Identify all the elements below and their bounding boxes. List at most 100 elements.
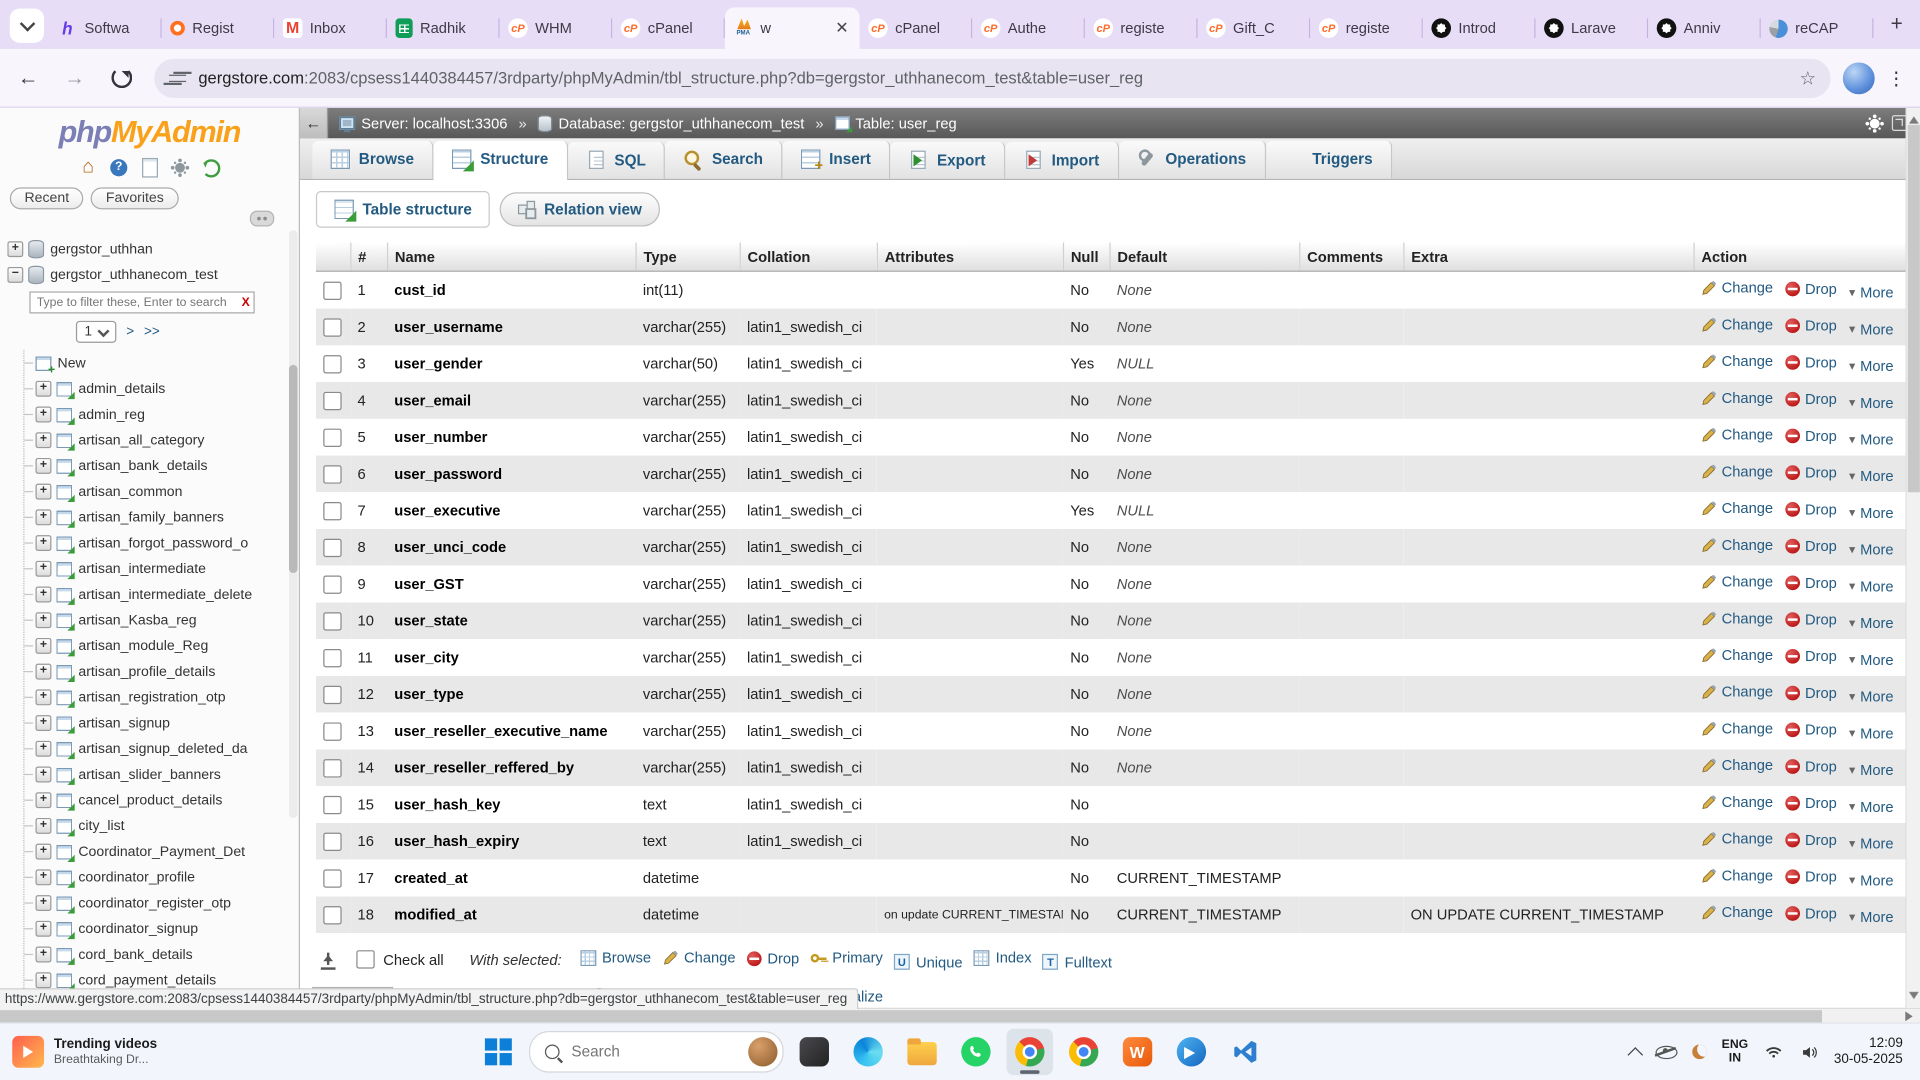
- sidebar-table-admin_details[interactable]: +admin_details: [24, 376, 298, 402]
- with-selected-browse-button[interactable]: Browse: [580, 949, 651, 966]
- browser-tab-whm[interactable]: cPWHM: [500, 7, 613, 49]
- tree-expander-icon[interactable]: +: [36, 535, 52, 551]
- tray-moon-icon[interactable]: [1692, 1044, 1707, 1059]
- more-link[interactable]: ▾More: [1849, 615, 1894, 632]
- filter-clear-icon[interactable]: X: [242, 296, 250, 309]
- more-link[interactable]: ▾More: [1849, 468, 1894, 485]
- panel-collapse-button[interactable]: [250, 211, 274, 227]
- tree-expander-icon[interactable]: +: [7, 241, 23, 257]
- taskbar-search[interactable]: [529, 1031, 784, 1073]
- tree-expander-icon[interactable]: +: [36, 818, 52, 834]
- tab-browse[interactable]: Browse: [312, 141, 433, 179]
- more-link[interactable]: ▾More: [1849, 431, 1894, 448]
- sidebar-db-gergstor_uthhanecom_test[interactable]: −gergstor_uthhanecom_test: [7, 262, 298, 288]
- browser-tab-inbox[interactable]: MInbox: [274, 7, 387, 49]
- sidebar-table-artisan_bank_details[interactable]: +artisan_bank_details: [24, 453, 298, 479]
- row-checkbox[interactable]: [323, 685, 341, 703]
- more-link[interactable]: ▾More: [1849, 321, 1894, 338]
- browser-tab-recap[interactable]: reCAP: [1761, 7, 1874, 49]
- address-bar[interactable]: gergstore.com:2083/cpsess1440384457/3rdp…: [154, 58, 1830, 97]
- drop-link[interactable]: Drop: [1785, 721, 1836, 738]
- refresh-icon[interactable]: [201, 158, 221, 178]
- scroll-right-arrow-icon[interactable]: [1905, 1011, 1917, 1021]
- browser-tab-registe[interactable]: cPregiste: [1085, 7, 1198, 49]
- sidebar-table-cord_bank_details[interactable]: +cord_bank_details: [24, 942, 298, 968]
- change-link[interactable]: Change: [1701, 647, 1773, 664]
- row-checkbox[interactable]: [323, 759, 341, 777]
- sidebar-table-artisan_registration_otp[interactable]: +artisan_registration_otp: [24, 684, 298, 710]
- sidebar-table-artisan_family_banners[interactable]: +artisan_family_banners: [24, 504, 298, 530]
- page-select[interactable]: 1: [76, 321, 117, 343]
- blue-app-button[interactable]: [1168, 1029, 1215, 1076]
- tree-expander-icon[interactable]: +: [36, 792, 52, 808]
- file-explorer-button[interactable]: [898, 1029, 945, 1076]
- change-link[interactable]: Change: [1701, 353, 1773, 370]
- horizontal-scrollbar-thumb[interactable]: [0, 1010, 1822, 1022]
- tree-expander-icon[interactable]: +: [36, 844, 52, 860]
- home-icon[interactable]: ⌂: [78, 158, 98, 178]
- tree-expander-icon[interactable]: +: [36, 561, 52, 577]
- tree-expander-icon[interactable]: +: [36, 381, 52, 397]
- with-selected-primary-button[interactable]: Primary: [810, 949, 883, 966]
- sidebar-table-coordinator_profile[interactable]: +coordinator_profile: [24, 864, 298, 890]
- drop-link[interactable]: Drop: [1785, 537, 1836, 554]
- tree-expander-icon[interactable]: +: [36, 612, 52, 628]
- sidebar-new-table[interactable]: New: [24, 350, 298, 376]
- change-link[interactable]: Change: [1701, 316, 1773, 333]
- tab-import[interactable]: Import: [1005, 142, 1119, 179]
- more-link[interactable]: ▾More: [1849, 541, 1894, 558]
- drop-link[interactable]: Drop: [1785, 427, 1836, 444]
- volume-icon[interactable]: [1798, 1043, 1819, 1061]
- drop-link[interactable]: Drop: [1785, 610, 1836, 627]
- tree-expander-icon[interactable]: +: [36, 407, 52, 423]
- sidebar-table-city_list[interactable]: +city_list: [24, 813, 298, 839]
- browser-tab-regist[interactable]: Regist: [162, 7, 275, 49]
- row-checkbox[interactable]: [323, 906, 341, 924]
- chrome-button[interactable]: [1006, 1029, 1053, 1076]
- page-settings-icon[interactable]: [1870, 118, 1880, 128]
- with-selected-unique-button[interactable]: UUnique: [894, 953, 963, 970]
- profile-avatar[interactable]: [1843, 62, 1875, 94]
- search-input[interactable]: [569, 1042, 738, 1062]
- tree-expander-icon[interactable]: +: [36, 741, 52, 757]
- row-checkbox[interactable]: [323, 612, 341, 630]
- table-structure-button[interactable]: Table structure: [316, 191, 490, 228]
- change-link[interactable]: Change: [1701, 500, 1773, 517]
- more-link[interactable]: ▾More: [1849, 872, 1894, 889]
- sidebar-table-artisan_all_category[interactable]: +artisan_all_category: [24, 427, 298, 453]
- with-selected-index-button[interactable]: Index: [974, 949, 1032, 966]
- sidebar-table-artisan_Kasba_reg[interactable]: +artisan_Kasba_reg: [24, 607, 298, 633]
- row-checkbox[interactable]: [323, 722, 341, 740]
- more-link[interactable]: ▾More: [1849, 284, 1894, 301]
- drop-link[interactable]: Drop: [1785, 831, 1836, 848]
- chrome-2-button[interactable]: [1060, 1029, 1107, 1076]
- breadcrumb-back-button[interactable]: ←: [300, 108, 328, 139]
- back-button[interactable]: ←: [10, 59, 47, 96]
- tree-expander-icon[interactable]: +: [36, 715, 52, 731]
- sidebar-table-artisan_signup_deleted_da[interactable]: +artisan_signup_deleted_da: [24, 736, 298, 762]
- sidebar-favorites-button[interactable]: Favorites: [91, 187, 178, 209]
- row-checkbox[interactable]: [323, 502, 341, 520]
- tree-expander-icon[interactable]: +: [36, 895, 52, 911]
- change-link[interactable]: Change: [1701, 610, 1773, 627]
- tree-expander-icon[interactable]: +: [36, 432, 52, 448]
- tree-expander-icon[interactable]: +: [36, 484, 52, 500]
- sidebar-table-coordinator_register_otp[interactable]: +coordinator_register_otp: [24, 890, 298, 916]
- row-checkbox[interactable]: [323, 832, 341, 850]
- drop-link[interactable]: Drop: [1785, 390, 1836, 407]
- sidebar-scrollbar[interactable]: [289, 230, 298, 818]
- drop-link[interactable]: Drop: [1785, 904, 1836, 921]
- tree-expander-icon[interactable]: +: [36, 767, 52, 783]
- change-link[interactable]: Change: [1701, 683, 1773, 700]
- help-icon[interactable]: ?: [109, 158, 129, 178]
- row-checkbox[interactable]: [323, 391, 341, 409]
- more-link[interactable]: ▾More: [1849, 798, 1894, 815]
- sidebar-table-admin_reg[interactable]: +admin_reg: [24, 402, 298, 428]
- tab-search-button[interactable]: [10, 9, 44, 43]
- tree-expander-icon[interactable]: −: [7, 267, 23, 283]
- with-selected-change-button[interactable]: Change: [662, 949, 736, 966]
- drop-link[interactable]: Drop: [1785, 280, 1836, 297]
- site-info-icon[interactable]: [169, 72, 186, 84]
- forward-button[interactable]: →: [56, 59, 93, 96]
- reload-button[interactable]: [103, 59, 140, 96]
